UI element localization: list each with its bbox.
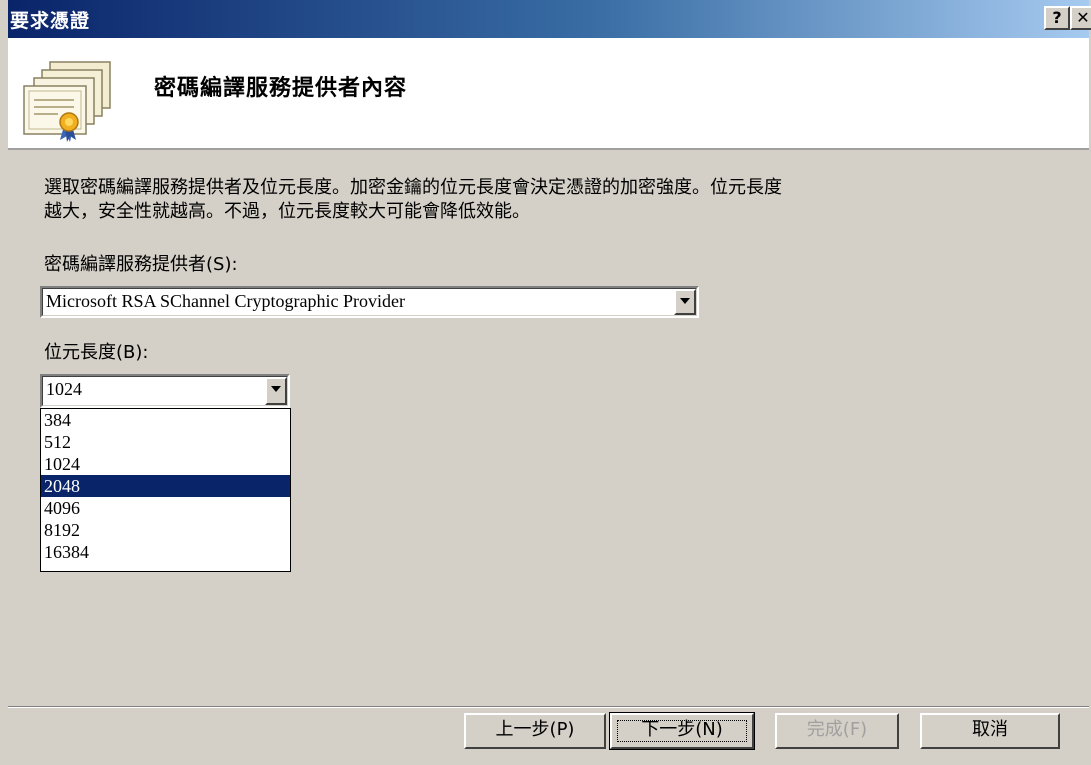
next-button[interactable]: 下一步(N): [609, 712, 755, 750]
description: 選取密碼編譯服務提供者及位元長度。加密金鑰的位元長度會決定憑證的加密強度。位元長…: [44, 176, 1004, 224]
back-button[interactable]: 上一步(P): [464, 713, 606, 749]
bit-length-dropdown-list[interactable]: 384 512 1024 2048 4096 8192 16384: [40, 408, 291, 572]
dropdown-option-highlighted[interactable]: 2048: [41, 475, 290, 497]
dropdown-option[interactable]: 8192: [41, 519, 290, 541]
certificate-icon: [23, 61, 111, 142]
description-line: 選取密碼編譯服務提供者及位元長度。加密金鑰的位元長度會決定憑證的加密強度。位元長…: [44, 177, 782, 198]
request-certificate-dialog: 要求憑證 ? ✕ 密碼編譯服務提供者內容 選取密碼編譯服務提供者及位元長度。加密…: [0, 0, 1091, 765]
chevron-down-icon[interactable]: [265, 377, 287, 405]
help-button[interactable]: ?: [1044, 6, 1070, 30]
dropdown-option[interactable]: 384: [41, 409, 290, 431]
title-bar[interactable]: 要求憑證 ? ✕: [8, 0, 1091, 38]
focus-rectangle: [617, 720, 747, 742]
chevron-down-icon[interactable]: [674, 289, 696, 315]
bit-length-label: 位元長度(B):: [44, 342, 149, 363]
description-line: 越大，安全性就越高。不過，位元長度較大可能會降低效能。: [44, 201, 530, 222]
dropdown-option[interactable]: 512: [41, 431, 290, 453]
cancel-button[interactable]: 取消: [920, 713, 1060, 749]
provider-value: Microsoft RSA SChannel Cryptographic Pro…: [46, 291, 405, 311]
close-button[interactable]: ✕: [1070, 6, 1091, 30]
dropdown-option[interactable]: 1024: [41, 453, 290, 475]
provider-label: 密碼編譯服務提供者(S):: [44, 254, 238, 275]
bit-length-select[interactable]: 1024: [40, 374, 290, 408]
bit-length-value: 1024: [46, 379, 82, 399]
provider-select[interactable]: Microsoft RSA SChannel Cryptographic Pro…: [40, 286, 699, 318]
dropdown-option[interactable]: 16384: [41, 541, 290, 563]
wizard-header: 密碼編譯服務提供者內容: [8, 38, 1089, 150]
finish-button[interactable]: 完成(F): [775, 713, 899, 749]
page-title: 密碼編譯服務提供者內容: [154, 76, 408, 101]
window-title: 要求憑證: [10, 10, 91, 32]
dropdown-option[interactable]: 4096: [41, 497, 290, 519]
footer-divider: [8, 706, 1089, 708]
